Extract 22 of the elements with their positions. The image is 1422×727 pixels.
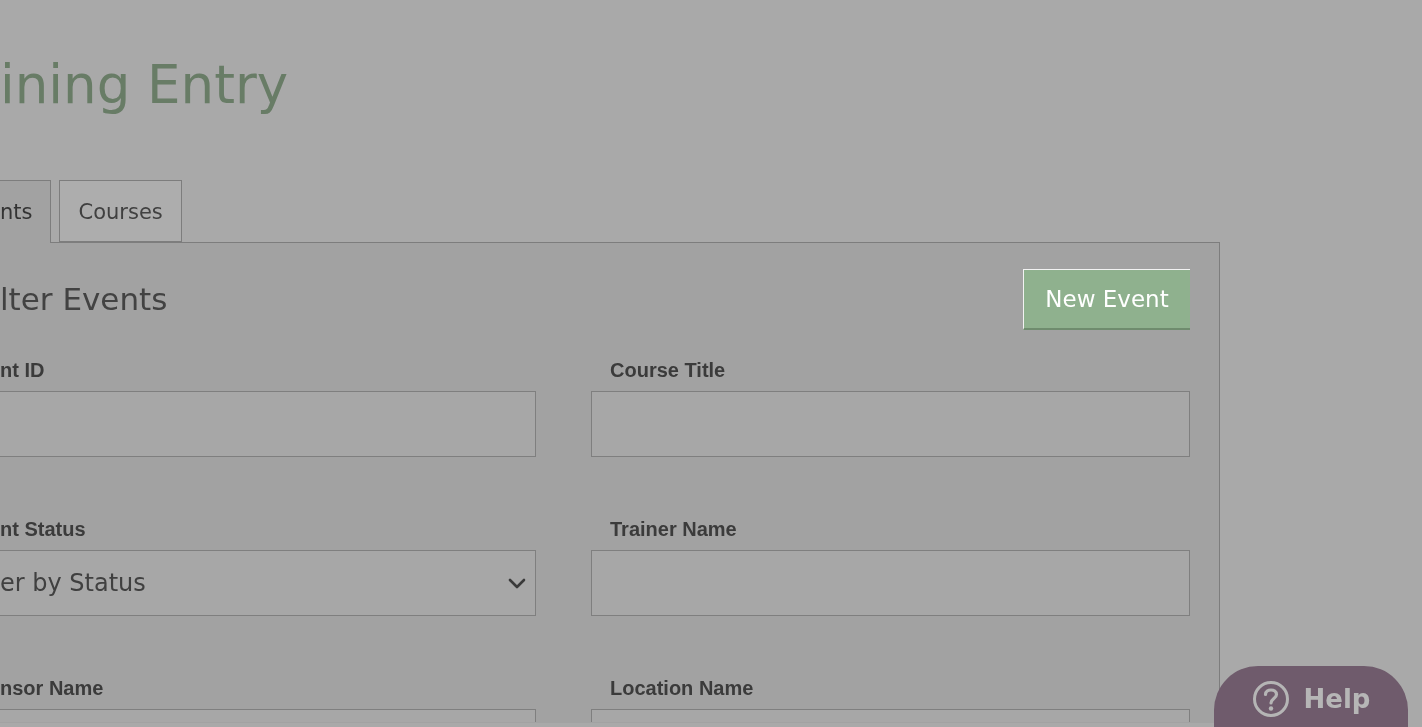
new-event-button[interactable]: New Event <box>1023 269 1190 330</box>
help-label: Help <box>1303 683 1371 714</box>
field-label: nt ID <box>0 358 45 383</box>
field-label: Location Name <box>610 676 754 701</box>
help-icon <box>1251 679 1290 718</box>
field-label: nsor Name <box>0 676 104 701</box>
help-button[interactable]: Help <box>1214 666 1408 727</box>
panel-heading: lter Events <box>0 280 168 319</box>
input-field[interactable] <box>591 709 1190 722</box>
field-label: nt Status <box>0 517 86 542</box>
tab[interactable]: Courses <box>59 180 182 242</box>
select-value: er by Status <box>0 569 146 597</box>
status-select[interactable]: er by Status <box>0 550 536 616</box>
chevron-down-icon <box>508 577 526 589</box>
input-field[interactable] <box>0 391 536 457</box>
field-label: Course Title <box>610 358 726 383</box>
page-title: ining Entry <box>0 53 289 117</box>
tab[interactable]: nts <box>0 180 52 243</box>
input-field[interactable] <box>591 391 1190 457</box>
field-label: Trainer Name <box>610 517 737 542</box>
input-field[interactable] <box>591 550 1190 616</box>
input-field[interactable] <box>0 709 536 722</box>
